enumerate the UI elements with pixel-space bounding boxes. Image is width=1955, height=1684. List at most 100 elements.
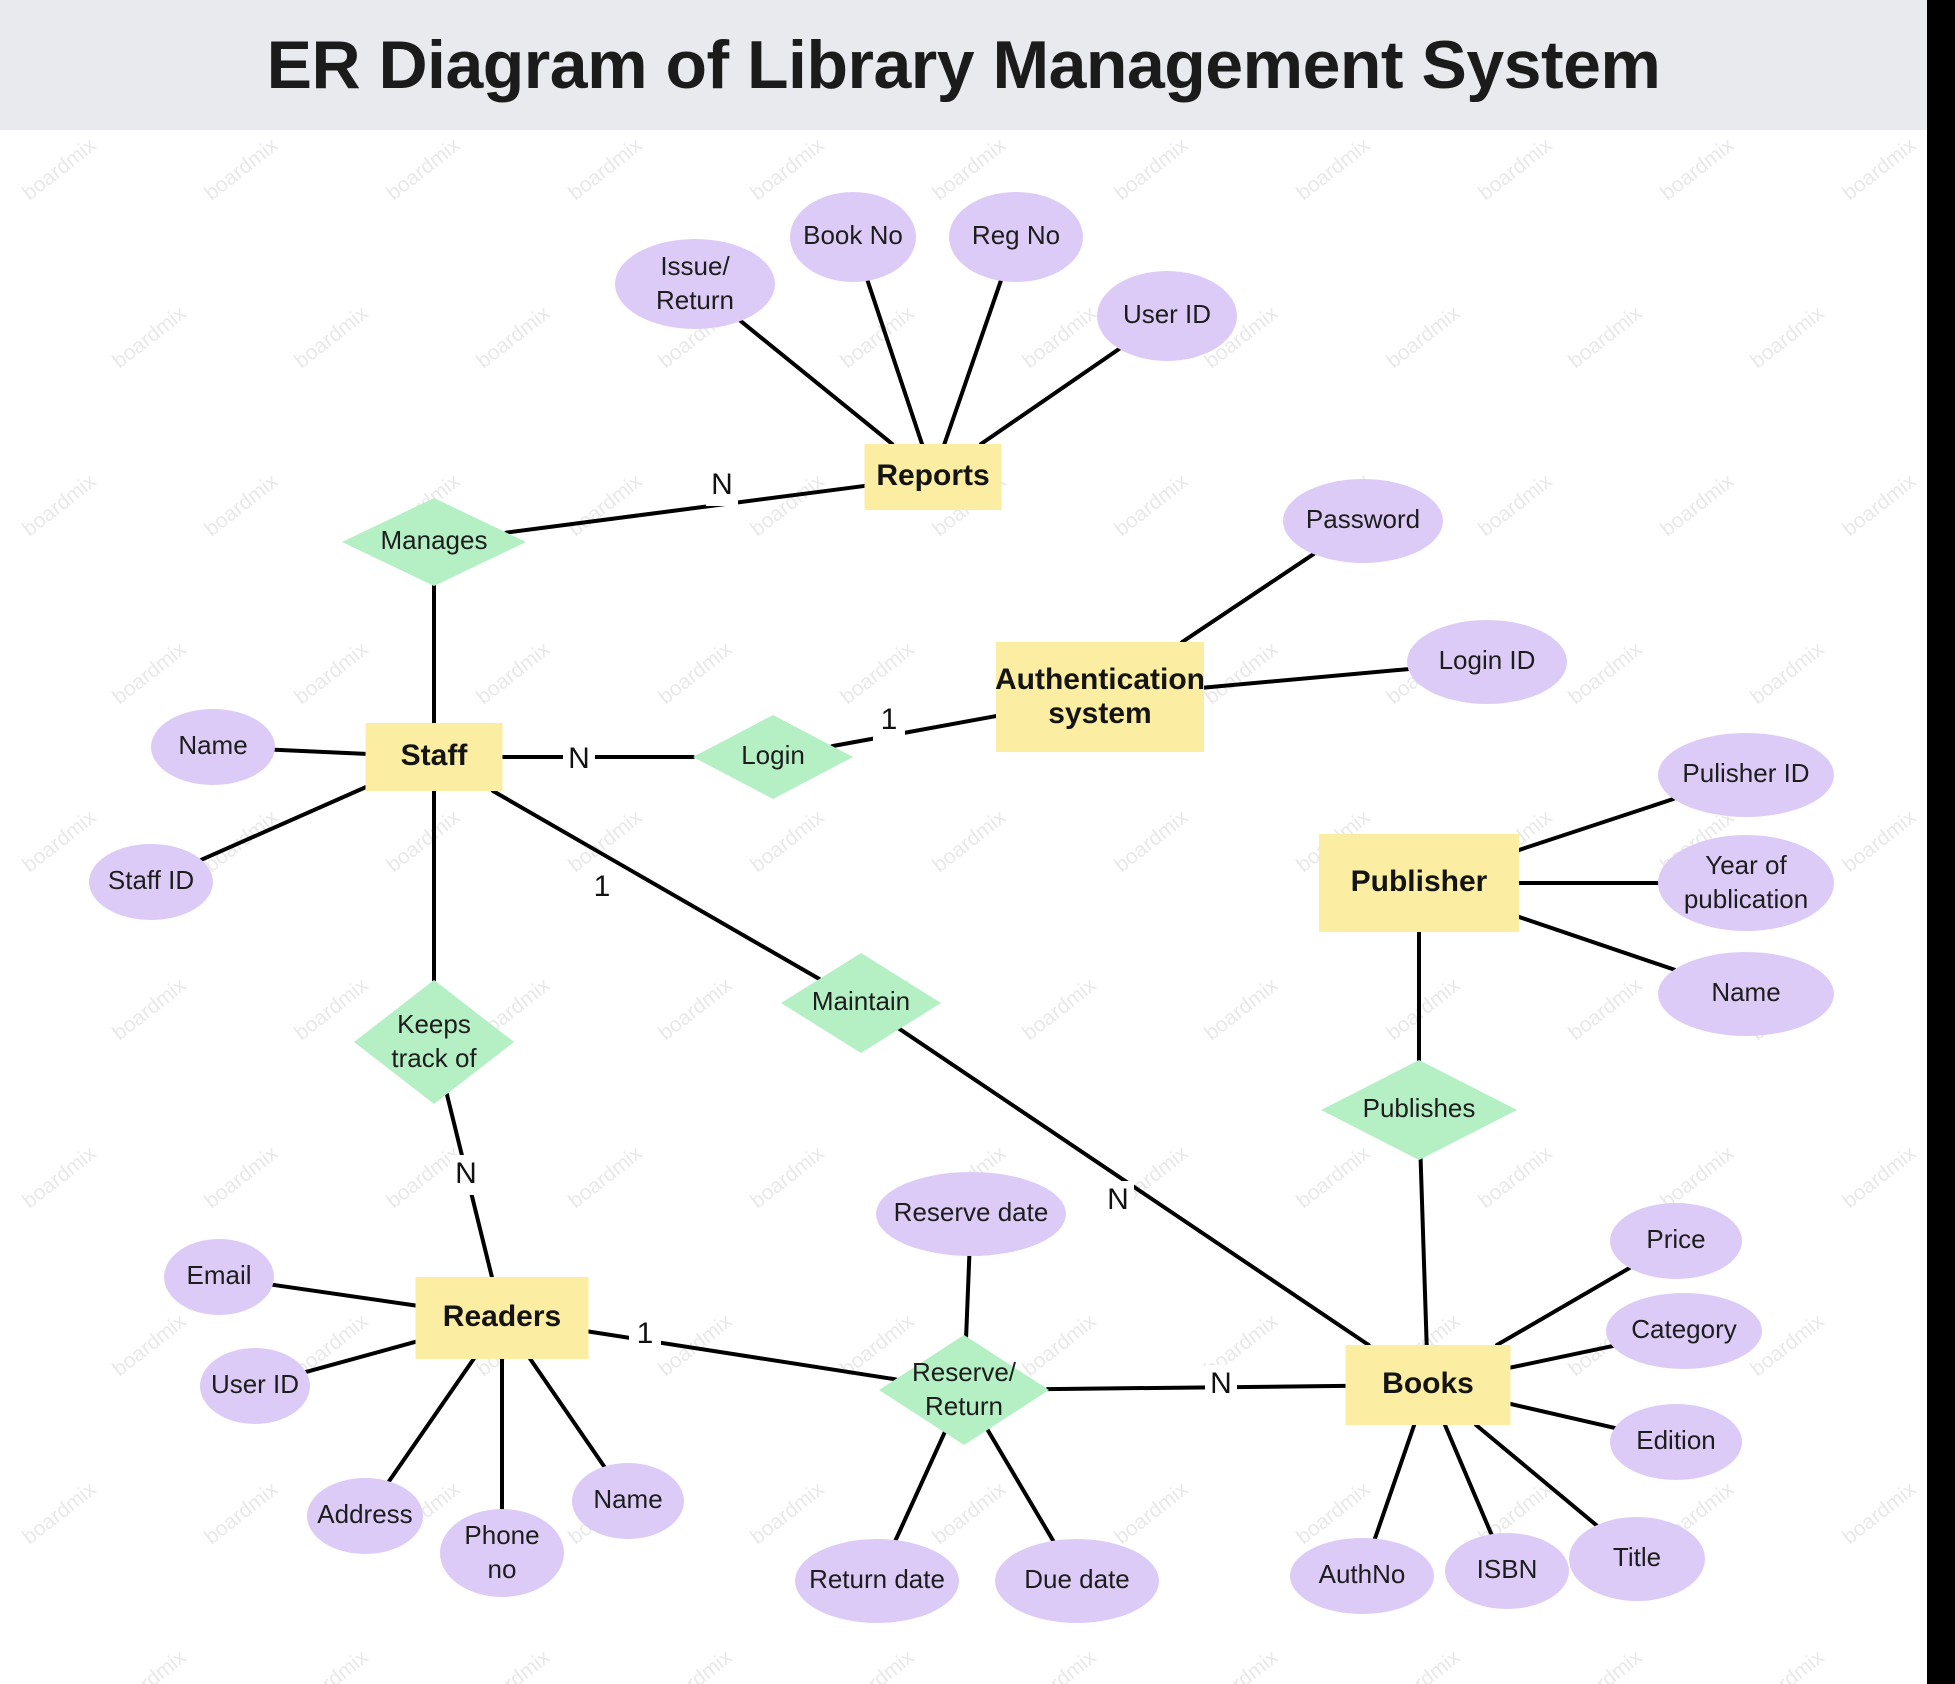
svg-text:boardmix: boardmix — [1018, 1645, 1101, 1684]
svg-text:boardmix: boardmix — [18, 1141, 101, 1213]
attribute-label-year-of-publication: publication — [1684, 884, 1808, 914]
attribute-reader-phone-no[interactable]: Phone no — [440, 1509, 564, 1597]
nodes-layer[interactable]: Reports Staff Authenticationsystem Publishe… — [89, 192, 1834, 1623]
relationship-label-keeps-track-of: Keeps — [397, 1009, 471, 1039]
title-bar: ER Diagram of Library Management System — [0, 0, 1927, 130]
attribute-label-book-authno: AuthNo — [1319, 1559, 1406, 1589]
attribute-password[interactable]: Password — [1283, 479, 1443, 563]
relationship-label-maintain: Maintain — [812, 986, 910, 1016]
attribute-label-issue-return: Issue/ — [660, 251, 730, 281]
entity-readers[interactable]: Readers — [415, 1277, 589, 1359]
cardinality-label: 1 — [881, 703, 898, 736]
svg-text:boardmix: boardmix — [18, 133, 101, 205]
svg-text:boardmix: boardmix — [200, 1141, 283, 1213]
svg-text:boardmix: boardmix — [1746, 1309, 1829, 1381]
edge-book-no-to-reports — [865, 278, 924, 446]
entity-auth[interactable]: Authenticationsystem — [995, 642, 1205, 752]
svg-text:boardmix: boardmix — [18, 469, 101, 541]
relationship-maintain[interactable]: Maintain — [781, 953, 941, 1053]
relationship-label-manages: Manages — [381, 525, 488, 555]
relationship-publishes[interactable]: Publishes — [1321, 1060, 1517, 1160]
attribute-label-staff-name: Name — [178, 730, 247, 760]
svg-text:boardmix: boardmix — [472, 637, 555, 709]
attribute-reader-address[interactable]: Address — [307, 1478, 423, 1554]
attribute-return-date[interactable]: Return date — [795, 1539, 959, 1623]
entity-staff[interactable]: Staff — [365, 723, 503, 791]
attribute-label-user-id-reports: User ID — [1123, 299, 1211, 329]
entity-reports[interactable]: Reports — [864, 444, 1002, 510]
entity-publisher[interactable]: Publisher — [1319, 834, 1519, 932]
relationship-label-publishes: Publishes — [1363, 1093, 1476, 1123]
relationship-manages[interactable]: Manages — [342, 498, 526, 586]
entity-label-readers: Readers — [443, 1300, 561, 1333]
relationship-login[interactable]: Login — [693, 715, 853, 799]
attribute-label-book-price: Price — [1646, 1224, 1705, 1254]
edge-reserve-return-to-books — [1045, 1383, 1348, 1392]
diagram-canvas[interactable]: boardmix boardmix boardmix boardmix boardmix… — [0, 130, 1927, 1684]
svg-text:boardmix: boardmix — [382, 805, 465, 877]
svg-text:boardmix: boardmix — [1018, 301, 1101, 373]
attribute-label-book-edition: Edition — [1636, 1425, 1716, 1455]
attribute-label-reserve-date: Reserve date — [894, 1197, 1049, 1227]
svg-text:boardmix: boardmix — [290, 301, 373, 373]
svg-text:boardmix: boardmix — [200, 1477, 283, 1549]
attribute-reader-name[interactable]: Name — [572, 1463, 684, 1539]
cardinality-label: 1 — [594, 870, 611, 903]
edge-publishes-to-books — [1418, 1157, 1429, 1347]
svg-text:boardmix: boardmix — [1746, 301, 1829, 373]
attribute-staff-id[interactable]: Staff ID — [89, 844, 213, 920]
svg-text:boardmix: boardmix — [1564, 301, 1647, 373]
attribute-reader-email[interactable]: Email — [164, 1239, 274, 1315]
svg-text:boardmix: boardmix — [200, 133, 283, 205]
relationship-keeps-track-of[interactable]: Keeps track of — [354, 980, 514, 1104]
right-edge-strip — [1927, 0, 1955, 1684]
attribute-label-return-date: Return date — [809, 1564, 945, 1594]
svg-text:boardmix: boardmix — [654, 973, 737, 1045]
svg-text:boardmix: boardmix — [1292, 1141, 1375, 1213]
attribute-label-reader-phone-no: no — [488, 1554, 517, 1584]
cardinality-label: N — [711, 468, 733, 501]
edge-staff-name-to-staff — [272, 747, 368, 756]
svg-text:boardmix: boardmix — [1746, 637, 1829, 709]
attribute-book-no[interactable]: Book No — [790, 192, 916, 282]
edge-staff-to-maintain — [491, 789, 822, 982]
svg-text:boardmix: boardmix — [1746, 1645, 1829, 1684]
attribute-due-date[interactable]: Due date — [995, 1539, 1159, 1623]
attribute-book-category[interactable]: Category — [1606, 1293, 1762, 1369]
attribute-issue-return[interactable]: Issue/Return — [615, 239, 775, 329]
attribute-label-reg-no: Reg No — [972, 220, 1060, 250]
edge-reserve-date-to-reserve-return — [964, 1253, 972, 1339]
attribute-pulisher-id[interactable]: Pulisher ID — [1658, 733, 1834, 817]
attribute-book-title[interactable]: Title — [1569, 1517, 1705, 1601]
svg-text:boardmix: boardmix — [18, 805, 101, 877]
attribute-year-of-publication[interactable]: Year of publication — [1658, 835, 1834, 931]
attribute-reg-no[interactable]: Reg No — [949, 192, 1083, 282]
cardinality-label: 1 — [637, 1317, 654, 1350]
attribute-book-isbn[interactable]: ISBN — [1445, 1533, 1569, 1609]
attribute-book-price[interactable]: Price — [1610, 1203, 1742, 1279]
entity-label-publisher: Publisher — [1351, 865, 1488, 898]
edge-manages-to-reports — [504, 483, 867, 535]
attribute-label-staff-id: Staff ID — [108, 865, 194, 895]
svg-text:boardmix: boardmix — [108, 973, 191, 1045]
svg-text:boardmix: boardmix — [836, 637, 919, 709]
attribute-user-id-reports[interactable]: User ID — [1097, 271, 1237, 361]
attribute-label-pulisher-id: Pulisher ID — [1682, 758, 1809, 788]
er-diagram-svg[interactable]: boardmix boardmix boardmix boardmix boardmix… — [0, 130, 1927, 1684]
svg-text:boardmix: boardmix — [1110, 133, 1193, 205]
attribute-book-authno[interactable]: AuthNo — [1290, 1538, 1434, 1614]
relationship-label-reserve-return: Return — [925, 1391, 1003, 1421]
entity-books[interactable]: Books — [1345, 1345, 1511, 1425]
relationship-reserve-return[interactable]: Reserve/Return — [879, 1335, 1049, 1445]
edge-reg-no-to-reports — [942, 278, 1003, 446]
attribute-staff-name[interactable]: Name — [151, 709, 275, 785]
svg-text:boardmix: boardmix — [1200, 1645, 1283, 1684]
attribute-publisher-name[interactable]: Name — [1658, 952, 1834, 1036]
svg-text:boardmix: boardmix — [1110, 1477, 1193, 1549]
attribute-reserve-date[interactable]: Reserve date — [876, 1172, 1066, 1256]
svg-text:boardmix: boardmix — [1656, 133, 1739, 205]
attribute-login-id[interactable]: Login ID — [1407, 620, 1567, 704]
attribute-book-edition[interactable]: Edition — [1610, 1404, 1742, 1480]
attribute-reader-user-id[interactable]: User ID — [200, 1348, 310, 1424]
edge-publisher-name-to-publisher — [1517, 914, 1677, 972]
